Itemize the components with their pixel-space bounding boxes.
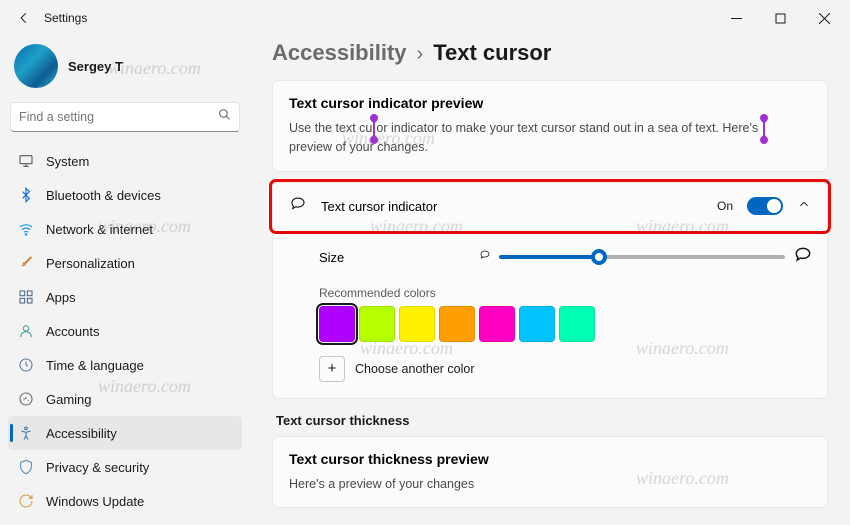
content-area: Accessibility › Text cursor Text cursor … — [250, 36, 850, 525]
page-title: Text cursor — [433, 40, 551, 66]
close-button[interactable] — [802, 2, 846, 34]
thickness-section-header: Text cursor thickness — [276, 413, 828, 428]
thickness-heading: Text cursor thickness preview — [289, 451, 811, 467]
cursor-indicator-preview-1 — [373, 122, 375, 136]
indicator-preview-card: Text cursor indicator preview Use the te… — [272, 80, 828, 172]
breadcrumb-parent[interactable]: Accessibility — [272, 40, 407, 66]
settings-search[interactable] — [10, 102, 240, 132]
sidebar-item-personalization[interactable]: Personalization — [8, 246, 242, 280]
bluetooth-icon — [18, 187, 34, 203]
size-row: Size — [319, 237, 813, 286]
sidebar-item-network[interactable]: Network & internet — [8, 212, 242, 246]
sidebar-item-time[interactable]: Time & language — [8, 348, 242, 382]
maximize-button[interactable] — [758, 2, 802, 34]
shield-icon — [18, 459, 34, 475]
update-icon — [18, 493, 34, 509]
sidebar-item-gaming[interactable]: Gaming — [8, 382, 242, 416]
indicator-icon — [289, 195, 307, 218]
search-input[interactable] — [19, 110, 218, 124]
thickness-preview-card: Text cursor thickness preview Here's a p… — [272, 436, 828, 509]
avatar — [14, 44, 58, 88]
cursor-indicator-preview-2 — [763, 122, 765, 136]
sidebar: Sergey T System Bluetooth & devices Netw… — [0, 36, 250, 525]
system-icon — [18, 153, 34, 169]
preview-heading: Text cursor indicator preview — [289, 95, 811, 111]
username: Sergey T — [68, 59, 123, 74]
size-slider[interactable] — [499, 255, 785, 259]
choose-another-color[interactable]: + Choose another color — [319, 356, 813, 382]
color-swatches — [319, 306, 813, 342]
clock-globe-icon — [18, 357, 34, 373]
window-controls — [714, 2, 846, 34]
window-title: Settings — [44, 11, 87, 25]
text-cursor-indicator-row[interactable]: Text cursor indicator On — [272, 182, 828, 231]
person-icon — [18, 323, 34, 339]
expand-chevron-icon[interactable] — [797, 197, 811, 216]
toggle-state-label: On — [717, 199, 733, 213]
color-swatch-cyan[interactable] — [519, 306, 555, 342]
brush-icon — [18, 255, 34, 271]
indicator-label: Text cursor indicator — [321, 199, 703, 214]
sidebar-item-accessibility[interactable]: Accessibility — [8, 416, 242, 450]
color-swatch-lime[interactable] — [359, 306, 395, 342]
color-swatch-yellow[interactable] — [399, 306, 435, 342]
preview-text: Use the text cuor indicator to make your… — [289, 119, 811, 157]
indicator-subpanel: Size Recommended colors + Choose ano — [272, 227, 828, 399]
color-swatch-turquoise[interactable] — [559, 306, 595, 342]
gaming-icon — [18, 391, 34, 407]
recommended-colors-label: Recommended colors — [319, 286, 813, 300]
plus-icon: + — [319, 356, 345, 382]
minimize-button[interactable] — [714, 2, 758, 34]
back-button[interactable] — [10, 4, 38, 32]
breadcrumb: Accessibility › Text cursor — [272, 40, 828, 66]
accessibility-icon — [18, 425, 34, 441]
indicator-toggle[interactable] — [747, 197, 783, 215]
sidebar-item-apps[interactable]: Apps — [8, 280, 242, 314]
color-swatch-pink[interactable] — [479, 306, 515, 342]
sidebar-item-update[interactable]: Windows Update — [8, 484, 242, 518]
search-icon — [218, 108, 231, 126]
color-swatch-purple[interactable] — [319, 306, 355, 342]
sidebar-item-bluetooth[interactable]: Bluetooth & devices — [8, 178, 242, 212]
indicator-small-icon — [479, 248, 491, 266]
user-profile[interactable]: Sergey T — [8, 36, 242, 102]
size-label: Size — [319, 250, 479, 265]
indicator-large-icon — [793, 245, 813, 270]
titlebar: Settings — [0, 0, 850, 36]
apps-icon — [18, 289, 34, 305]
sidebar-item-system[interactable]: System — [8, 144, 242, 178]
sidebar-item-accounts[interactable]: Accounts — [8, 314, 242, 348]
thickness-text: Here's a preview of your changes — [289, 475, 811, 494]
color-swatch-orange[interactable] — [439, 306, 475, 342]
slider-thumb[interactable] — [591, 249, 607, 265]
wifi-icon — [18, 221, 34, 237]
sidebar-item-privacy[interactable]: Privacy & security — [8, 450, 242, 484]
